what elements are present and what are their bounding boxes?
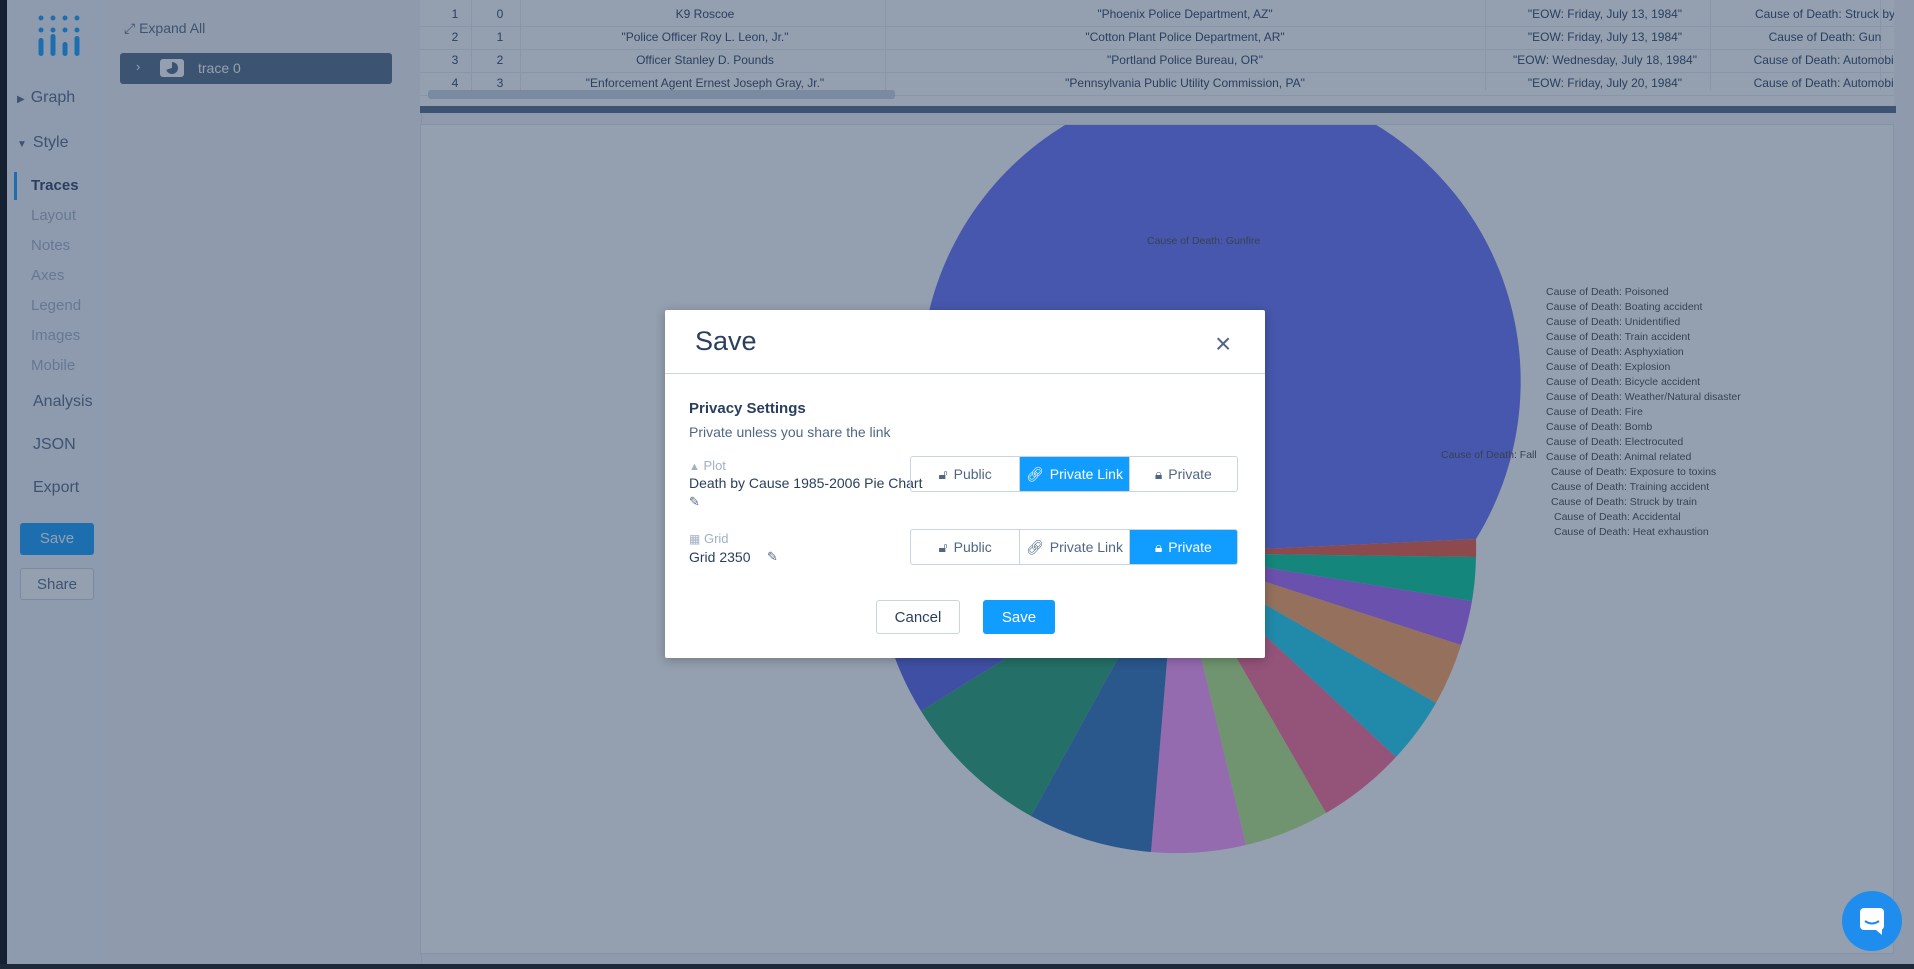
save-button[interactable]: Save [983,600,1055,634]
plot-private-link-button[interactable]: 🔗︎ Private Link [1020,457,1130,491]
lock-icon: 🔒︎ [1154,538,1163,555]
pencil-icon[interactable]: ✎ [689,494,700,510]
chat-button[interactable] [1842,891,1902,951]
link-icon: 🔗︎ [1026,538,1044,555]
grid-type-label: ▦ Grid [689,531,729,546]
lock-icon: 🔒︎ [1154,465,1163,482]
plot-private-button[interactable]: 🔒︎ Private [1130,457,1237,491]
plot-type-label: ▲ Plot [689,458,726,473]
grid-private-link-button[interactable]: 🔗︎ Private Link [1020,530,1130,564]
chat-icon [1860,908,1884,935]
dialog-divider [665,373,1265,374]
grid-private-button[interactable]: 🔒︎ Private [1129,530,1237,564]
dialog-title: Save [695,326,757,356]
plot-public-button[interactable]: 🔓︎ Public [911,457,1021,491]
privacy-subtitle: Private unless you share the link [689,424,891,440]
plot-name: Death by Cause 1985-2006 Pie Chart [689,475,923,491]
pencil-icon[interactable]: ✎ [767,549,778,565]
plot-privacy-toggle: 🔓︎ Public 🔗︎ Private Link 🔒︎ Private [910,456,1238,492]
mountain-icon: ▲ [689,461,700,473]
grid-name: Grid 2350 [689,549,751,565]
grid-icon: ▦ [689,532,701,546]
unlock-icon: 🔓︎ [938,465,948,482]
unlock-icon: 🔓︎ [938,538,948,555]
privacy-heading: Privacy Settings [689,400,806,417]
grid-privacy-toggle: 🔓︎ Public 🔗︎ Private Link 🔒︎ Private [910,529,1238,565]
save-dialog: Save × Privacy Settings Private unless y… [665,310,1265,658]
grid-public-button[interactable]: 🔓︎ Public [911,530,1021,564]
close-icon[interactable]: × [1215,328,1231,360]
cancel-button[interactable]: Cancel [876,600,960,634]
link-icon: 🔗︎ [1026,465,1044,482]
